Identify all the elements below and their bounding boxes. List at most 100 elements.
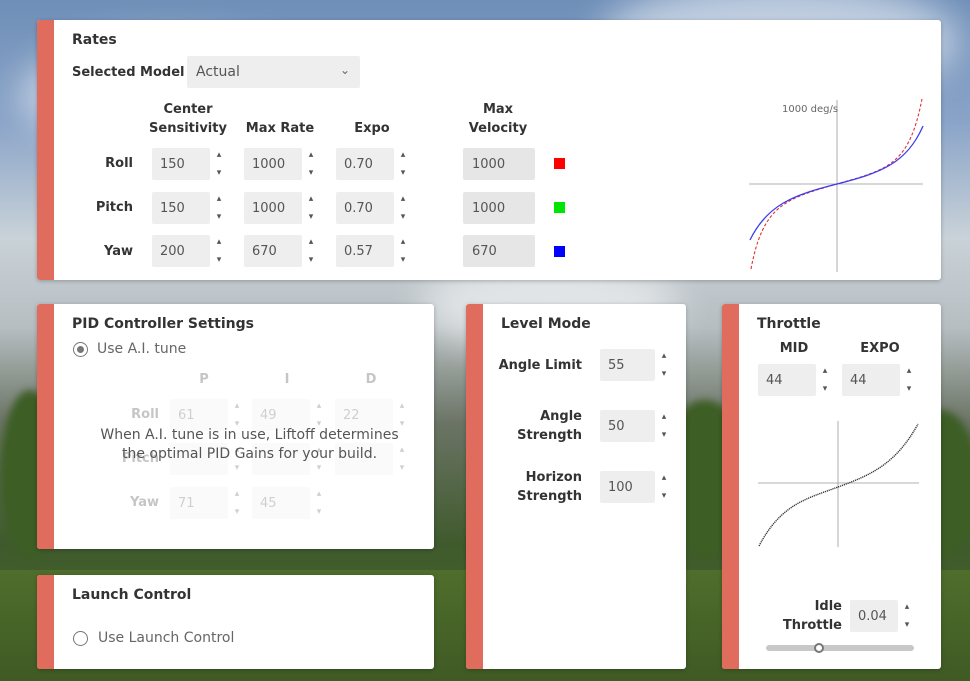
pid-panel: PID Controller Settings Use A.I. tune P … bbox=[37, 304, 434, 549]
col-expo: Expo bbox=[354, 121, 390, 136]
spin-up-icon[interactable]: ▴ bbox=[217, 236, 222, 248]
col-max-rate: Max Rate bbox=[245, 121, 315, 136]
angle-strength-stepper[interactable]: 50 ▴ ▾ bbox=[600, 410, 671, 442]
throttle-curve-graph bbox=[758, 421, 919, 547]
spin-up-icon[interactable]: ▴ bbox=[401, 149, 406, 161]
ai-tune-radio[interactable] bbox=[73, 342, 88, 357]
pid-header-d: D bbox=[365, 372, 377, 387]
spin-up-icon[interactable]: ▴ bbox=[309, 193, 314, 205]
spin-up-icon[interactable]: ▴ bbox=[401, 236, 406, 248]
spin-down-icon[interactable]: ▾ bbox=[823, 383, 828, 395]
spin-down-icon[interactable]: ▾ bbox=[217, 211, 222, 223]
angle-limit-value[interactable]: 55 bbox=[600, 349, 655, 381]
roll-color-swatch bbox=[554, 158, 565, 169]
throttle-expo-label: EXPO bbox=[860, 341, 900, 356]
yaw-color-swatch bbox=[554, 246, 565, 257]
spin-up-icon[interactable]: ▴ bbox=[823, 365, 828, 377]
pid-row-roll: Roll bbox=[131, 407, 159, 422]
selected-model-label: Selected Model bbox=[72, 65, 185, 80]
idle-throttle-stepper[interactable]: 0.04 ▴ ▾ bbox=[850, 600, 914, 632]
spin-up-icon[interactable]: ▴ bbox=[217, 193, 222, 205]
spin-down-icon[interactable]: ▾ bbox=[662, 429, 667, 441]
spin-up-icon[interactable]: ▴ bbox=[401, 193, 406, 205]
spin-down-icon[interactable]: ▾ bbox=[309, 211, 314, 223]
pid-yaw-p: 71 ▴ ▾ bbox=[170, 487, 244, 519]
spin-up-icon[interactable]: ▴ bbox=[309, 236, 314, 248]
spin-down-icon[interactable]: ▾ bbox=[309, 254, 314, 266]
roll-maxrate-value[interactable]: 1000 bbox=[244, 148, 302, 180]
idle-throttle-value[interactable]: 0.04 bbox=[850, 600, 898, 632]
pitch-expo-stepper[interactable]: 0.70 ▴ ▾ bbox=[336, 192, 410, 224]
model-select[interactable]: Actual ⌄ bbox=[187, 56, 360, 88]
level-accent-bar bbox=[466, 304, 483, 669]
spin-down-icon[interactable]: ▾ bbox=[309, 167, 314, 179]
yaw-center-value[interactable]: 200 bbox=[152, 235, 210, 267]
pitch-center-stepper[interactable]: 150 ▴ ▾ bbox=[152, 192, 226, 224]
throttle-expo-stepper[interactable]: 44 ▴ ▾ bbox=[842, 364, 916, 396]
throttle-curve bbox=[758, 423, 919, 547]
spin-down-icon[interactable]: ▾ bbox=[401, 167, 406, 179]
spin-up-icon[interactable]: ▴ bbox=[217, 149, 222, 161]
chevron-down-icon: ⌄ bbox=[339, 63, 350, 77]
pitch-maxrate-value[interactable]: 1000 bbox=[244, 192, 302, 224]
model-select-value: Actual bbox=[196, 64, 240, 80]
roll-maxrate-stepper[interactable]: 1000 ▴ ▾ bbox=[244, 148, 318, 180]
yaw-expo-value[interactable]: 0.57 bbox=[336, 235, 394, 267]
angle-strength-label: Angle Strength bbox=[517, 409, 582, 443]
launch-accent-bar bbox=[37, 575, 54, 669]
row-label-roll: Roll bbox=[105, 156, 133, 171]
throttle-expo-value[interactable]: 44 bbox=[842, 364, 900, 396]
rates-panel: Rates Selected Model Actual ⌄ Center Sen… bbox=[37, 20, 941, 280]
level-title: Level Mode bbox=[501, 316, 591, 332]
idle-throttle-label: Idle Throttle bbox=[782, 599, 842, 633]
pitch-expo-value[interactable]: 0.70 bbox=[336, 192, 394, 224]
spin-up-icon[interactable]: ▴ bbox=[662, 411, 667, 423]
roll-center-stepper[interactable]: 150 ▴ ▾ bbox=[152, 148, 226, 180]
angle-strength-value[interactable]: 50 bbox=[600, 410, 655, 442]
spin-up-icon[interactable]: ▴ bbox=[905, 601, 910, 613]
yaw-maxrate-value[interactable]: 670 bbox=[244, 235, 302, 267]
pid-title: PID Controller Settings bbox=[72, 316, 254, 332]
yaw-maxrate-stepper[interactable]: 670 ▴ ▾ bbox=[244, 235, 318, 267]
spin-down-icon[interactable]: ▾ bbox=[217, 167, 222, 179]
angle-limit-stepper[interactable]: 55 ▴ ▾ bbox=[600, 349, 671, 381]
launch-control-radio[interactable] bbox=[73, 631, 88, 646]
spin-up-icon[interactable]: ▴ bbox=[662, 472, 667, 484]
roll-center-value[interactable]: 150 bbox=[152, 148, 210, 180]
throttle-panel: Throttle MID EXPO 44 ▴ ▾ 44 ▴ ▾ Idle Throt… bbox=[722, 304, 941, 669]
spin-up-icon[interactable]: ▴ bbox=[907, 365, 912, 377]
pitch-center-value[interactable]: 150 bbox=[152, 192, 210, 224]
pid-header-p: P bbox=[199, 372, 209, 387]
spin-down-icon[interactable]: ▾ bbox=[401, 254, 406, 266]
ai-tune-note: When A.I. tune is in use, Liftoff determ… bbox=[100, 427, 399, 462]
horizon-strength-stepper[interactable]: 100 ▴ ▾ bbox=[600, 471, 671, 503]
col-max-velocity: Max Velocity bbox=[468, 102, 528, 136]
pitch-maxrate-stepper[interactable]: 1000 ▴ ▾ bbox=[244, 192, 318, 224]
yaw-expo-stepper[interactable]: 0.57 ▴ ▾ bbox=[336, 235, 410, 267]
spin-down-icon[interactable]: ▾ bbox=[662, 368, 667, 380]
throttle-mid-stepper[interactable]: 44 ▴ ▾ bbox=[758, 364, 832, 396]
spin-up-icon[interactable]: ▴ bbox=[309, 149, 314, 161]
idle-throttle-slider-knob[interactable] bbox=[814, 643, 825, 653]
spin-down-icon[interactable]: ▾ bbox=[217, 254, 222, 266]
horizon-strength-value[interactable]: 100 bbox=[600, 471, 655, 503]
level-panel: Level Mode Angle Limit 55 ▴ ▾ Angle Stren… bbox=[466, 304, 686, 669]
roll-expo-stepper[interactable]: 0.70 ▴ ▾ bbox=[336, 148, 410, 180]
pid-row-yaw: Yaw bbox=[129, 495, 159, 510]
row-label-yaw: Yaw bbox=[103, 244, 133, 259]
throttle-mid-label: MID bbox=[779, 341, 809, 356]
launch-control-label[interactable]: Use Launch Control bbox=[98, 630, 234, 646]
throttle-mid-value[interactable]: 44 bbox=[758, 364, 816, 396]
spin-down-icon[interactable]: ▾ bbox=[401, 211, 406, 223]
roll-expo-value[interactable]: 0.70 bbox=[336, 148, 394, 180]
pitch-max-velocity: 1000 bbox=[463, 192, 535, 224]
spin-up-icon[interactable]: ▴ bbox=[662, 350, 667, 362]
spin-down-icon[interactable]: ▾ bbox=[662, 490, 667, 502]
yaw-center-stepper[interactable]: 200 ▴ ▾ bbox=[152, 235, 226, 267]
idle-throttle-slider[interactable] bbox=[766, 645, 914, 651]
throttle-accent-bar bbox=[722, 304, 739, 669]
spin-down-icon[interactable]: ▾ bbox=[905, 619, 910, 631]
rates-title: Rates bbox=[72, 32, 117, 48]
spin-down-icon[interactable]: ▾ bbox=[907, 383, 912, 395]
ai-tune-label[interactable]: Use A.I. tune bbox=[97, 341, 186, 357]
